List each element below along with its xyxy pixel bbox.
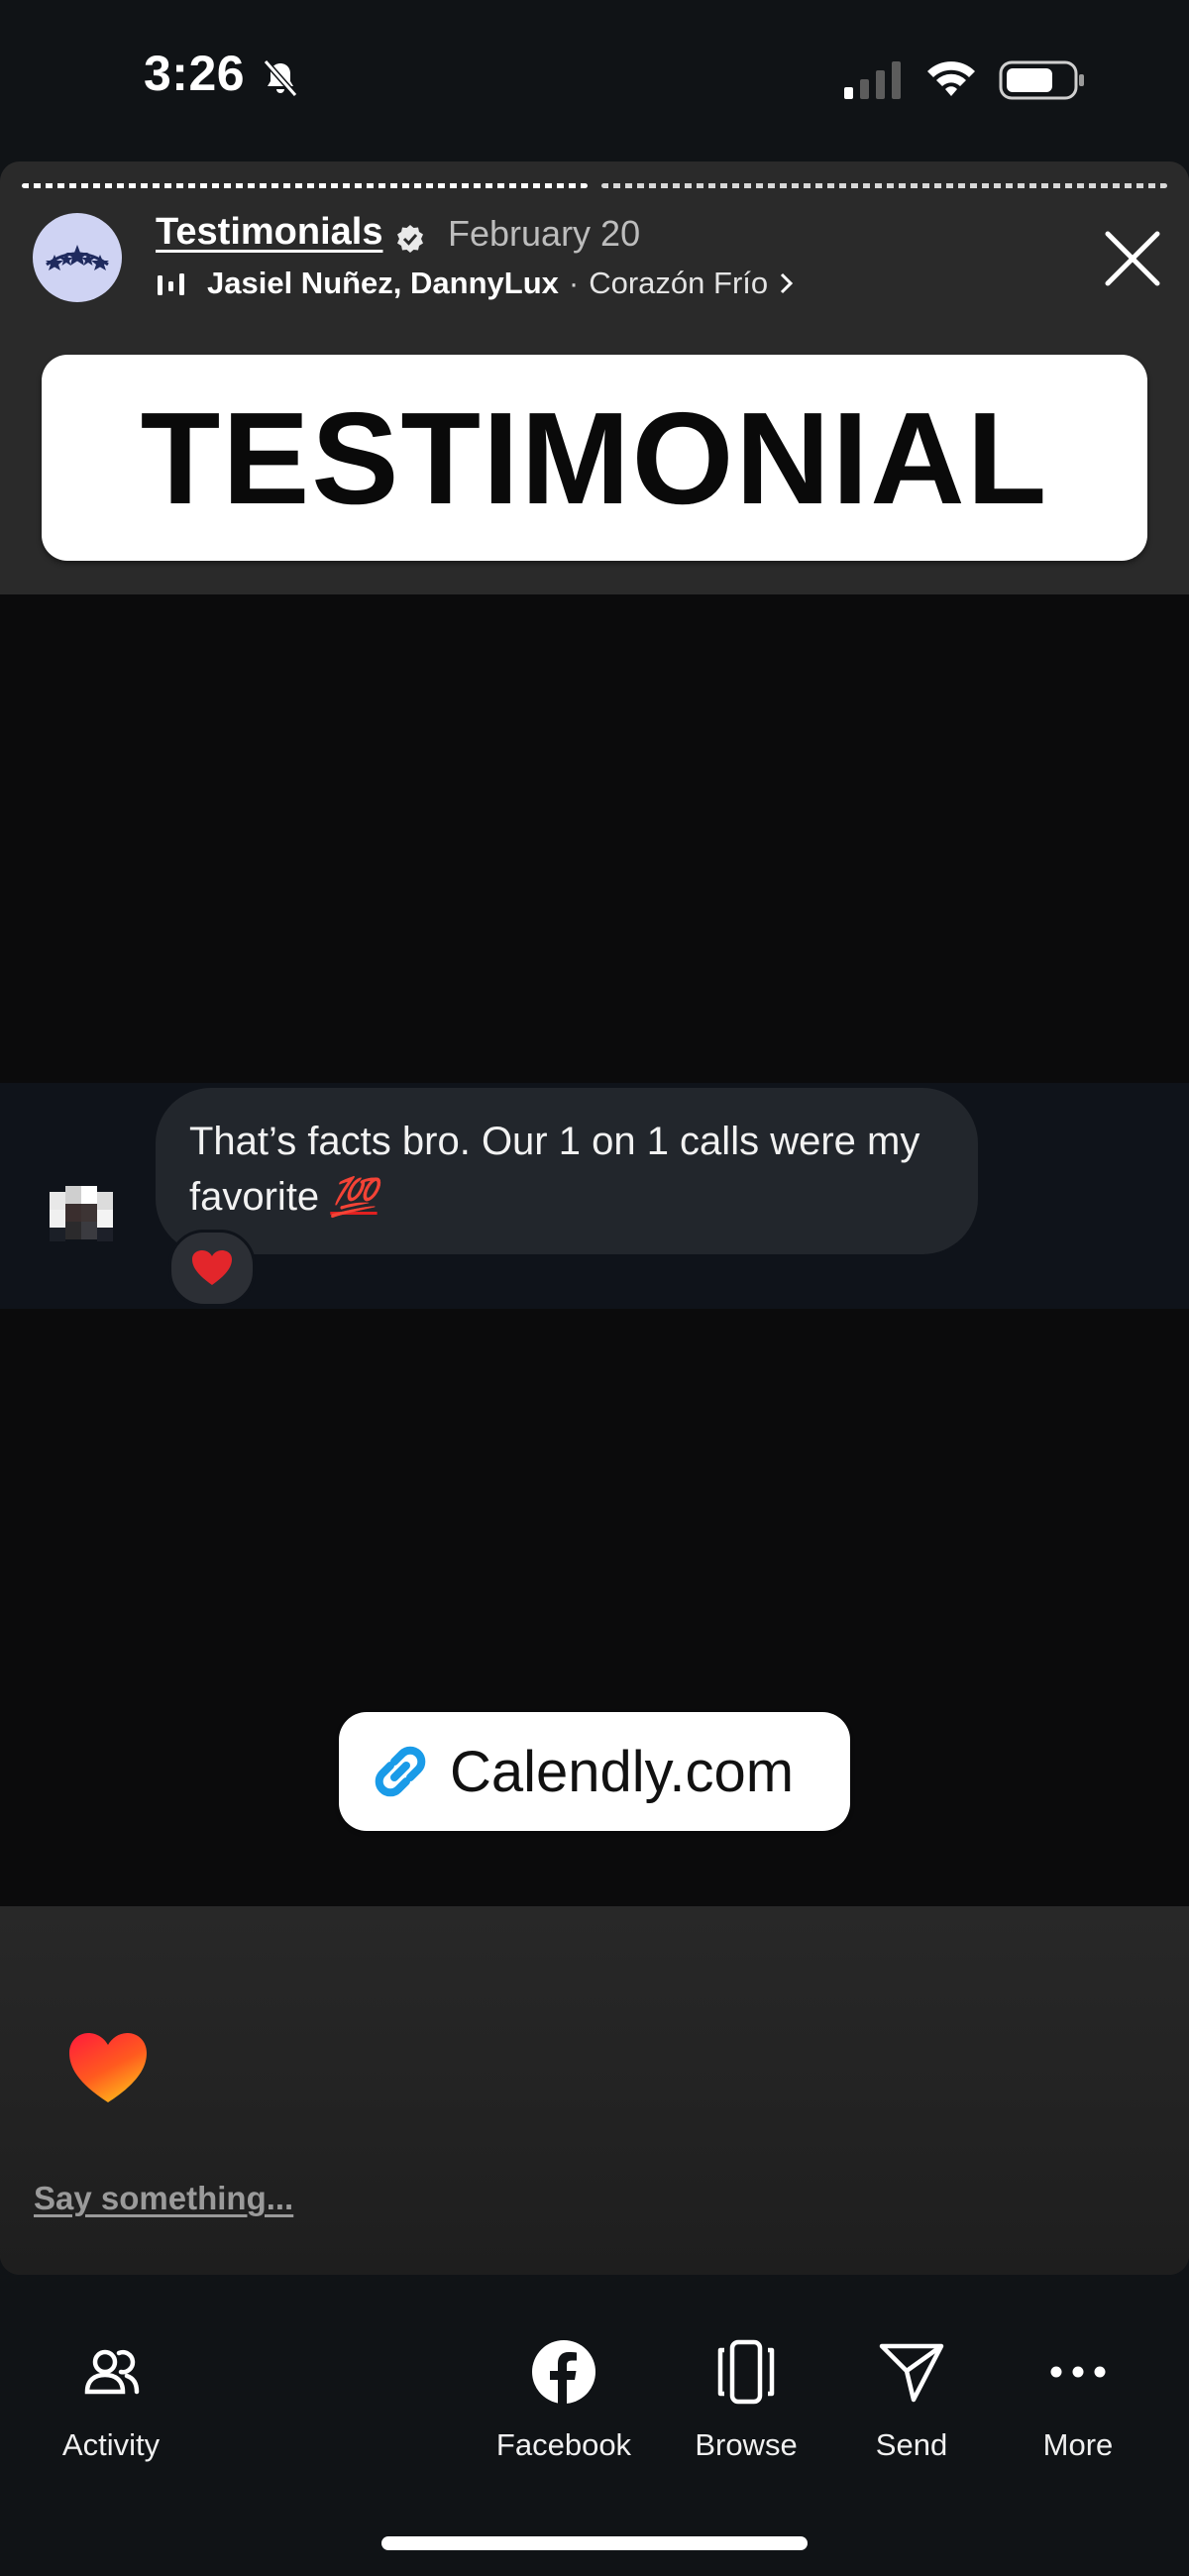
status-time: 3:26 xyxy=(144,46,246,101)
music-artists: Jasiel Nuñez, DannyLux xyxy=(207,266,559,300)
reply-input[interactable]: Say something... xyxy=(34,2180,293,2217)
heart-icon xyxy=(192,1250,232,1285)
status-bar: 3:26 xyxy=(0,0,1189,159)
story-card[interactable]: Testimonials February 20 Jasiel Nuñez, D… xyxy=(0,161,1189,2275)
paper-plane-icon xyxy=(879,2343,944,2403)
account-name-link[interactable]: Testimonials xyxy=(156,211,382,254)
calendly-link-sticker[interactable]: Calendly.com xyxy=(339,1712,850,1831)
story-footer xyxy=(0,1906,1189,2275)
nav-more[interactable]: More xyxy=(999,2338,1157,2463)
wifi-icon xyxy=(927,61,975,96)
music-separator: · xyxy=(568,266,580,300)
nav-browse-label: Browse xyxy=(695,2427,798,2462)
like-heart-icon[interactable] xyxy=(67,2031,149,2104)
account-avatar[interactable] xyxy=(33,213,122,302)
testimonial-banner: TESTIMONIAL xyxy=(42,355,1147,561)
sender-avatar-pixelated xyxy=(42,1182,121,1251)
nav-more-label: More xyxy=(1042,2427,1114,2462)
nav-facebook[interactable]: Facebook xyxy=(485,2338,643,2463)
message-text: That’s facts bro. Our 1 on 1 calls were … xyxy=(189,1114,962,1226)
signal-icon xyxy=(844,61,901,99)
progress-segment xyxy=(22,183,588,188)
link-sticker-text: Calendly.com xyxy=(450,1739,795,1804)
audio-bars-icon xyxy=(158,273,184,295)
stars-logo-icon xyxy=(46,245,109,270)
nav-browse[interactable]: Browse xyxy=(667,2338,825,2463)
nav-activity-label: Activity xyxy=(61,2427,161,2462)
nav-facebook-label: Facebook xyxy=(495,2427,632,2462)
message-bubble: That’s facts bro. Our 1 on 1 calls were … xyxy=(156,1088,978,1254)
progress-segment xyxy=(601,183,1167,188)
message-body: That’s facts bro. Our 1 on 1 calls were … xyxy=(189,1120,920,1219)
close-icon[interactable] xyxy=(1102,228,1163,289)
nav-send-label: Send xyxy=(875,2427,948,2462)
home-indicator xyxy=(381,2536,808,2550)
music-attribution[interactable]: Jasiel Nuñez, DannyLux · Corazón Frío xyxy=(156,266,796,301)
people-icon xyxy=(84,2349,140,2395)
browse-cards-icon xyxy=(717,2339,775,2405)
hundred-emoji: 💯 xyxy=(330,1177,378,1219)
battery-icon xyxy=(999,60,1084,100)
message-reaction xyxy=(168,1230,256,1307)
link-icon xyxy=(375,1746,426,1797)
chevron-right-icon xyxy=(781,272,794,294)
nav-send[interactable]: Send xyxy=(832,2338,991,2463)
bell-slash-icon xyxy=(263,59,298,97)
verified-badge-icon xyxy=(397,225,423,253)
story-date: February 20 xyxy=(448,213,641,254)
music-song-title: Corazón Frío xyxy=(589,266,769,300)
facebook-icon xyxy=(532,2340,595,2404)
more-dots-icon xyxy=(1050,2366,1106,2378)
nav-activity[interactable]: Activity xyxy=(32,2338,190,2463)
story-progress-bar xyxy=(22,183,1167,189)
banner-text: TESTIMONIAL xyxy=(140,384,1049,531)
